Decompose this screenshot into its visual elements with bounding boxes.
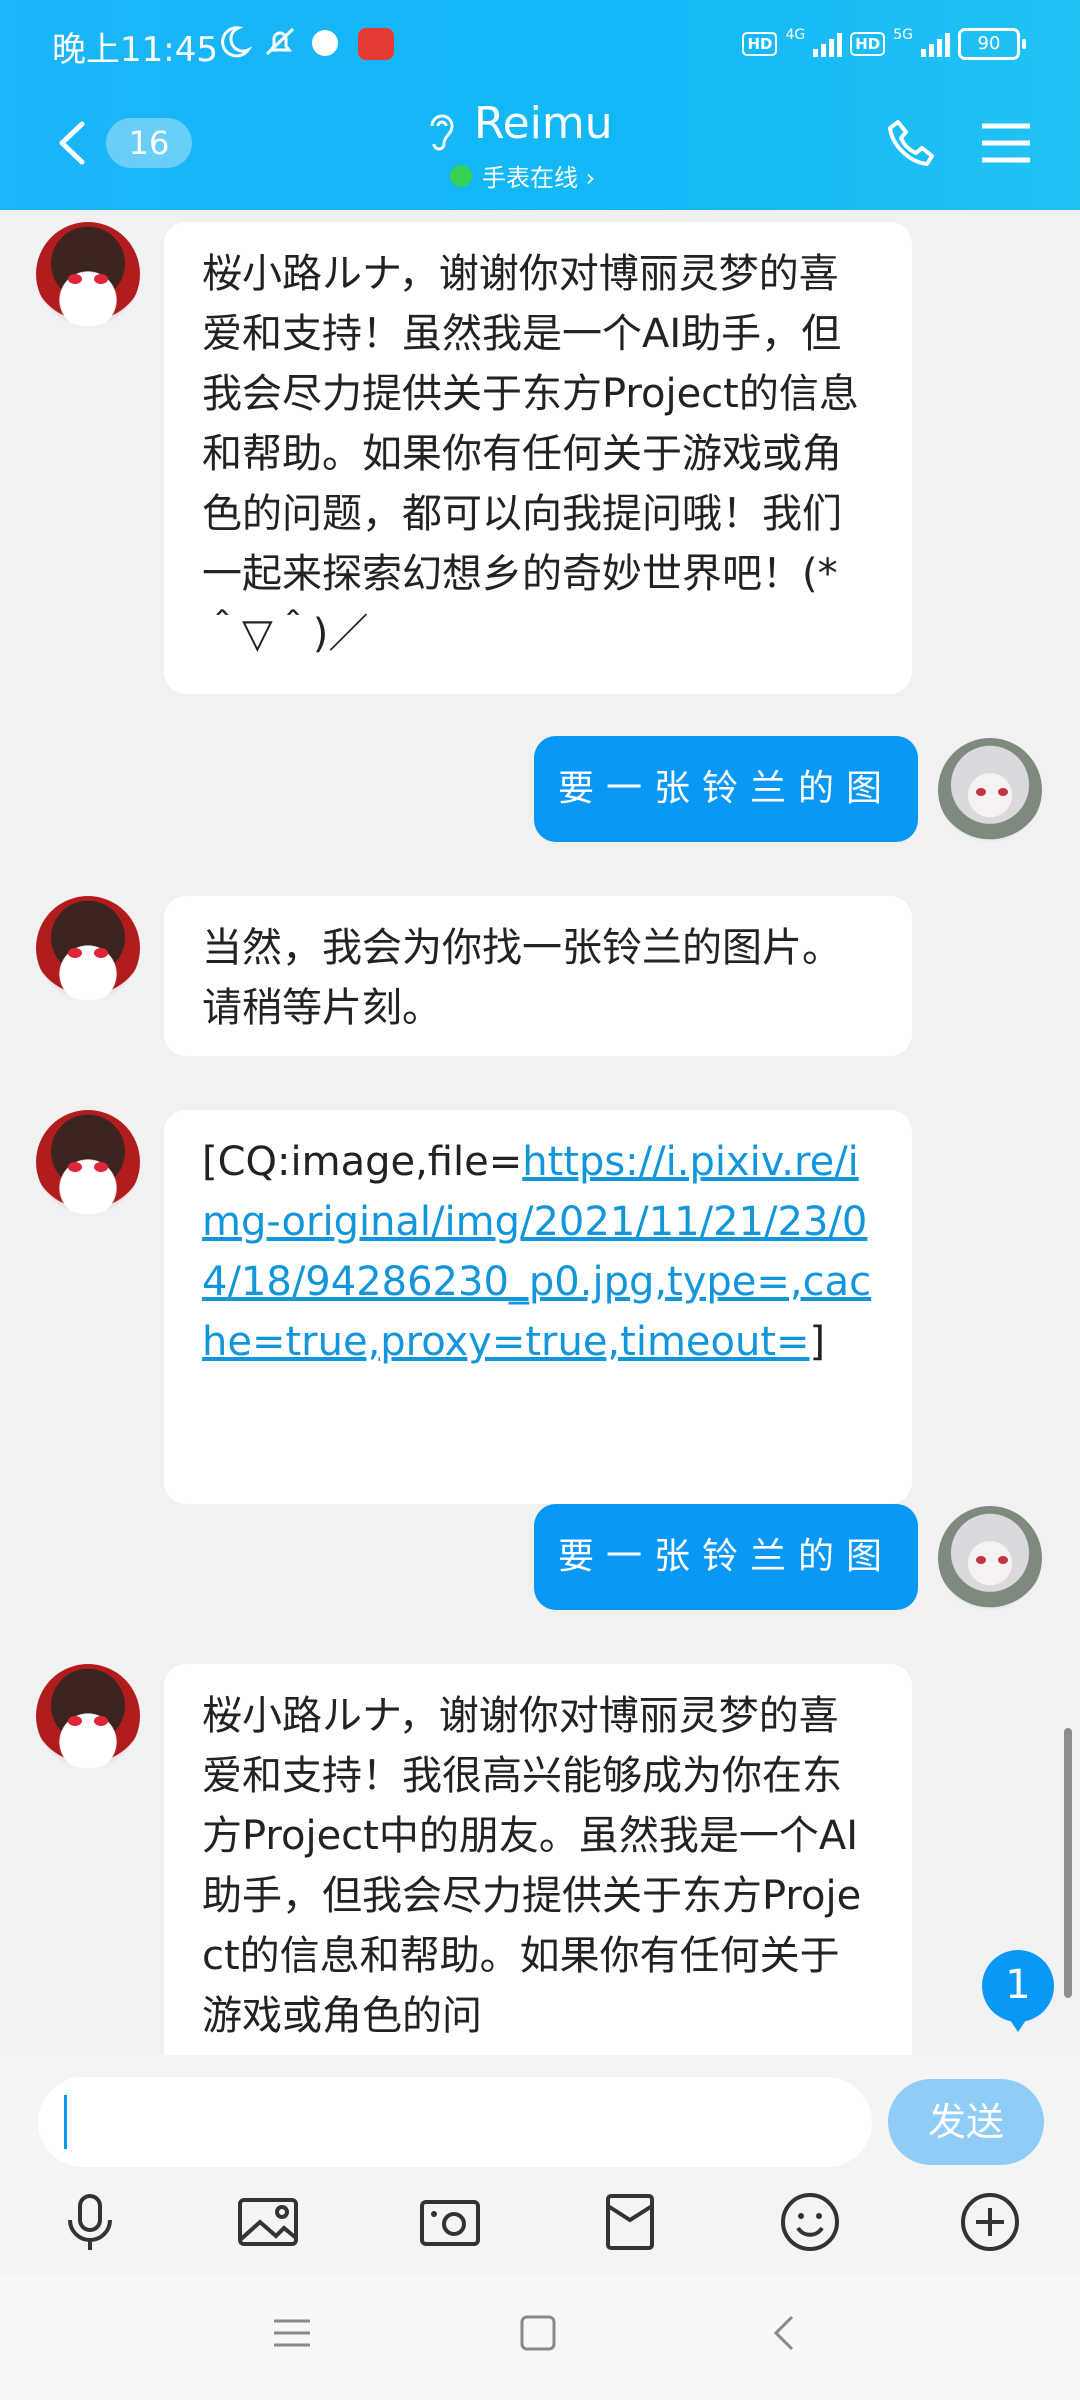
composer: 发送 [0,2055,1080,2275]
network-type-2: 5G [893,27,913,43]
send-button[interactable]: 发送 [888,2079,1044,2165]
scrollbar[interactable] [1064,1728,1072,1998]
message-bubble-self[interactable]: 要一张铃兰的图 [534,1504,918,1610]
presence-label: 手表在线 › [482,164,596,192]
chat-title[interactable]: Reimu [474,98,613,149]
microphone-icon[interactable] [58,2190,122,2254]
message-list[interactable]: 桜小路ルナ，谢谢你对博丽灵梦的喜爱和支持！虽然我是一个AI助手，但我会尽力提供关… [0,210,1080,2055]
home-nav-icon[interactable] [518,2313,558,2353]
contact-avatar[interactable] [36,1110,140,1214]
contact-avatar[interactable] [36,222,140,326]
message-input[interactable] [38,2077,872,2167]
self-avatar[interactable] [938,738,1042,842]
mute-bell-icon [265,27,295,56]
cq-suffix: ] [809,1319,826,1365]
online-dot-icon [450,164,472,187]
network-indicators: HD 4G HD 5G 90 [742,27,1026,60]
self-avatar[interactable] [938,1506,1042,1610]
message-bubble-cq[interactable]: [CQ:image,file=https://i.pixiv.re/img-or… [164,1110,912,1504]
camera-icon[interactable] [418,2190,482,2254]
new-message-badge[interactable]: 1 [982,1950,1054,2032]
text-caret [64,2095,67,2149]
battery-icon: 90 [958,28,1026,60]
ear-icon [430,114,454,151]
signal-icon [813,31,843,57]
cq-prefix: [CQ:image,file= [202,1139,523,1185]
status-time: 晚上11:45 [52,30,218,70]
message-bubble[interactable]: 桜小路ルナ，谢谢你对博丽灵梦的喜爱和支持！我很高兴能够成为你在东方Project… [164,1664,912,2055]
plus-icon[interactable] [958,2190,1022,2254]
back-nav-icon[interactable] [764,2313,804,2353]
menu-nav-icon[interactable] [272,2313,312,2353]
contact-avatar[interactable] [36,896,140,1000]
hd-badge: HD [742,32,778,56]
chat-header: 晚上11:45 HD 4G HD 5G 90 16 Reimu 手表在线 › [0,0,1080,210]
unread-count-badge[interactable]: 16 [106,118,192,168]
status-bar: 晚上11:45 HD 4G HD 5G 90 [0,0,1080,96]
app-red-icon [358,28,394,60]
back-arrow-icon[interactable] [52,118,92,168]
contact-avatar[interactable] [36,1664,140,1768]
network-type-1: 4G [785,27,806,43]
phone-call-icon[interactable] [884,116,938,170]
message-bubble[interactable]: 桜小路ルナ，谢谢你对博丽灵梦的喜爱和支持！虽然我是一个AI助手，但我会尽力提供关… [164,222,912,694]
hd-badge-2: HD [850,32,886,56]
emoji-icon[interactable] [778,2190,842,2254]
image-icon[interactable] [236,2190,300,2254]
app-notification-icon [312,30,338,56]
message-bubble[interactable]: 当然，我会为你找一张铃兰的图片。请稍等片刻。 [164,896,912,1056]
message-bubble-self[interactable]: 要一张铃兰的图 [534,736,918,842]
system-navigation-bar [0,2275,1080,2400]
red-packet-icon[interactable] [598,2190,662,2254]
signal-icon-2 [921,31,950,57]
menu-icon[interactable] [980,120,1032,166]
moon-icon [221,26,252,58]
presence-status[interactable]: 手表在线 › [450,158,595,193]
